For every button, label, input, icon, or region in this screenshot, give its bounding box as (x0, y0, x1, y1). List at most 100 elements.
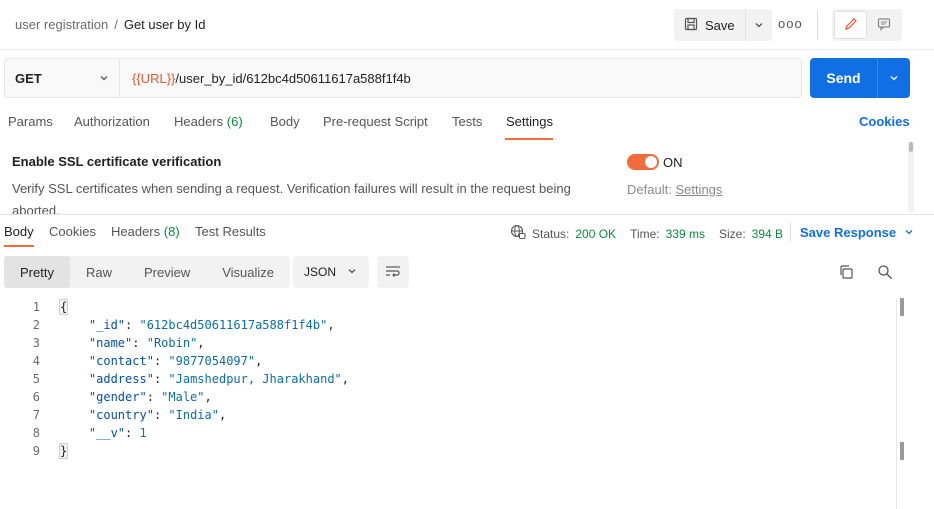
response-meta: Status: 200 OK Time: 339 ms Size: 394 B (510, 224, 791, 243)
wrap-icon (385, 264, 401, 281)
code-line: 8 "__v": 1 (0, 424, 896, 442)
url-bar: GET {{URL}}/user_by_id/612bc4d50611617a5… (4, 58, 802, 98)
code-line: 6 "gender": "Male", (0, 388, 896, 406)
json-comma: , (327, 318, 335, 332)
request-header: user registration / Get user by Id Save … (0, 0, 934, 50)
tab-headers[interactable]: Headers (6) (174, 114, 243, 129)
breadcrumb-collection[interactable]: user registration (15, 17, 108, 32)
json-key: "__v" (88, 426, 126, 440)
active-response-tab-indicator (4, 245, 34, 247)
settings-scrollbar[interactable] (908, 142, 914, 212)
tab-response-headers-count: (8) (163, 224, 180, 239)
breadcrumb-separator: / (114, 17, 118, 32)
json-comma: , (255, 354, 263, 368)
time-value[interactable]: 339 ms (666, 227, 705, 241)
tab-authorization[interactable]: Authorization (74, 114, 150, 129)
json-key: "country" (88, 408, 154, 422)
send-button[interactable]: Send (810, 58, 878, 98)
json-key: "name" (88, 336, 133, 350)
json-comma: , (218, 408, 227, 422)
code-line: 3 "name": "Robin", (0, 334, 896, 352)
more-options-button[interactable]: ooo (778, 16, 803, 31)
panel-divider[interactable] (0, 214, 934, 215)
toggle-knob (645, 156, 657, 168)
view-preview-button[interactable]: Preview (128, 256, 206, 288)
method-select[interactable]: GET (5, 59, 120, 97)
code-line: 2 "_id": "612bc4d50611617a588f1f4b", (0, 316, 896, 334)
view-mode-toggle (832, 9, 902, 41)
chevron-down-icon (347, 265, 357, 279)
json-close-brace: } (58, 443, 69, 459)
tab-response-body[interactable]: Body (4, 224, 34, 239)
save-dropdown-button[interactable] (746, 9, 772, 41)
tab-tests[interactable]: Tests (452, 114, 482, 129)
response-tabs: Body Cookies Headers (8) Test Results St… (0, 216, 934, 248)
line-number: 8 (32, 426, 40, 440)
send-dropdown-button[interactable] (878, 58, 910, 98)
tab-response-headers[interactable]: Headers (8) (111, 224, 180, 239)
view-raw-button[interactable]: Raw (70, 256, 128, 288)
size-label: Size: (718, 226, 746, 241)
globe-icon[interactable] (510, 224, 526, 243)
view-visualize-button[interactable]: Visualize (206, 256, 290, 288)
url-input[interactable]: {{URL}}/user_by_id/612bc4d50611617a588f1… (120, 59, 801, 97)
save-button-group: Save (674, 9, 772, 41)
code-line: 9 } (0, 442, 896, 460)
chevron-down-icon (889, 71, 899, 86)
default-setting: Default: Settings (627, 182, 722, 197)
edit-icon (844, 17, 858, 34)
default-prefix: Default: (627, 182, 672, 197)
chevron-down-icon (99, 71, 109, 86)
view-pretty-button[interactable]: Pretty (4, 256, 70, 288)
code-scrollbar-track[interactable] (896, 298, 897, 509)
save-response-button[interactable]: Save Response (790, 222, 914, 242)
save-button[interactable]: Save (674, 9, 746, 41)
line-number: 2 (32, 318, 40, 332)
json-comma: , (204, 390, 212, 404)
ssl-toggle[interactable] (627, 154, 659, 170)
json-key: "address" (88, 372, 154, 386)
format-select[interactable]: JSON (293, 256, 369, 288)
send-button-group: Send (810, 58, 910, 98)
url-path: /user_by_id/612bc4d50611617a588f1f4b (175, 70, 411, 86)
edit-mode-button[interactable] (834, 11, 867, 39)
scrollbar-thumb[interactable] (909, 142, 913, 152)
request-title[interactable]: Get user by Id (124, 17, 206, 32)
breadcrumb: user registration / Get user by Id (15, 17, 206, 32)
tab-response-cookies[interactable]: Cookies (49, 224, 96, 239)
search-icon[interactable] (877, 264, 893, 283)
tab-body[interactable]: Body (270, 114, 300, 129)
ssl-setting-title: Enable SSL certificate verification (12, 154, 222, 169)
json-value: "9877054097" (168, 354, 256, 368)
status-value[interactable]: 200 OK (575, 227, 616, 241)
line-number: 1 (32, 300, 40, 314)
tab-prerequest-script[interactable]: Pre-request Script (323, 114, 428, 129)
settings-panel: Enable SSL certificate verification Veri… (0, 142, 916, 214)
wrap-lines-button[interactable] (377, 256, 409, 288)
line-number: 6 (32, 390, 40, 404)
code-line: 7 "country": "India", (0, 406, 896, 424)
tab-test-results[interactable]: Test Results (195, 224, 266, 239)
copy-icon[interactable] (838, 264, 854, 283)
default-settings-link[interactable]: Settings (675, 182, 722, 197)
tab-settings[interactable]: Settings (506, 114, 553, 129)
json-open-brace: { (58, 299, 69, 315)
save-response-label: Save Response (800, 224, 897, 240)
save-icon (684, 17, 698, 34)
response-body-viewer[interactable]: 1 { 2 "_id": "612bc4d50611617a588f1f4b",… (0, 298, 896, 509)
code-line: 5 "address": "Jamshedpur, Jharakhand", (0, 370, 896, 388)
comments-mode-button[interactable] (867, 11, 900, 39)
json-value: "Male" (161, 390, 205, 404)
json-value: "India" (168, 408, 219, 422)
status-label: Status: (532, 226, 570, 241)
line-number: 3 (32, 336, 40, 350)
size-value[interactable]: 394 B (752, 227, 783, 241)
json-comma: , (341, 372, 350, 386)
cookies-link[interactable]: Cookies (859, 114, 910, 129)
line-number: 7 (32, 408, 40, 422)
line-number: 9 (32, 444, 40, 458)
tab-headers-count: (6) (226, 114, 243, 129)
tab-params[interactable]: Params (8, 114, 53, 129)
json-key: "_id" (88, 318, 126, 332)
time-label: Time: (630, 226, 660, 241)
